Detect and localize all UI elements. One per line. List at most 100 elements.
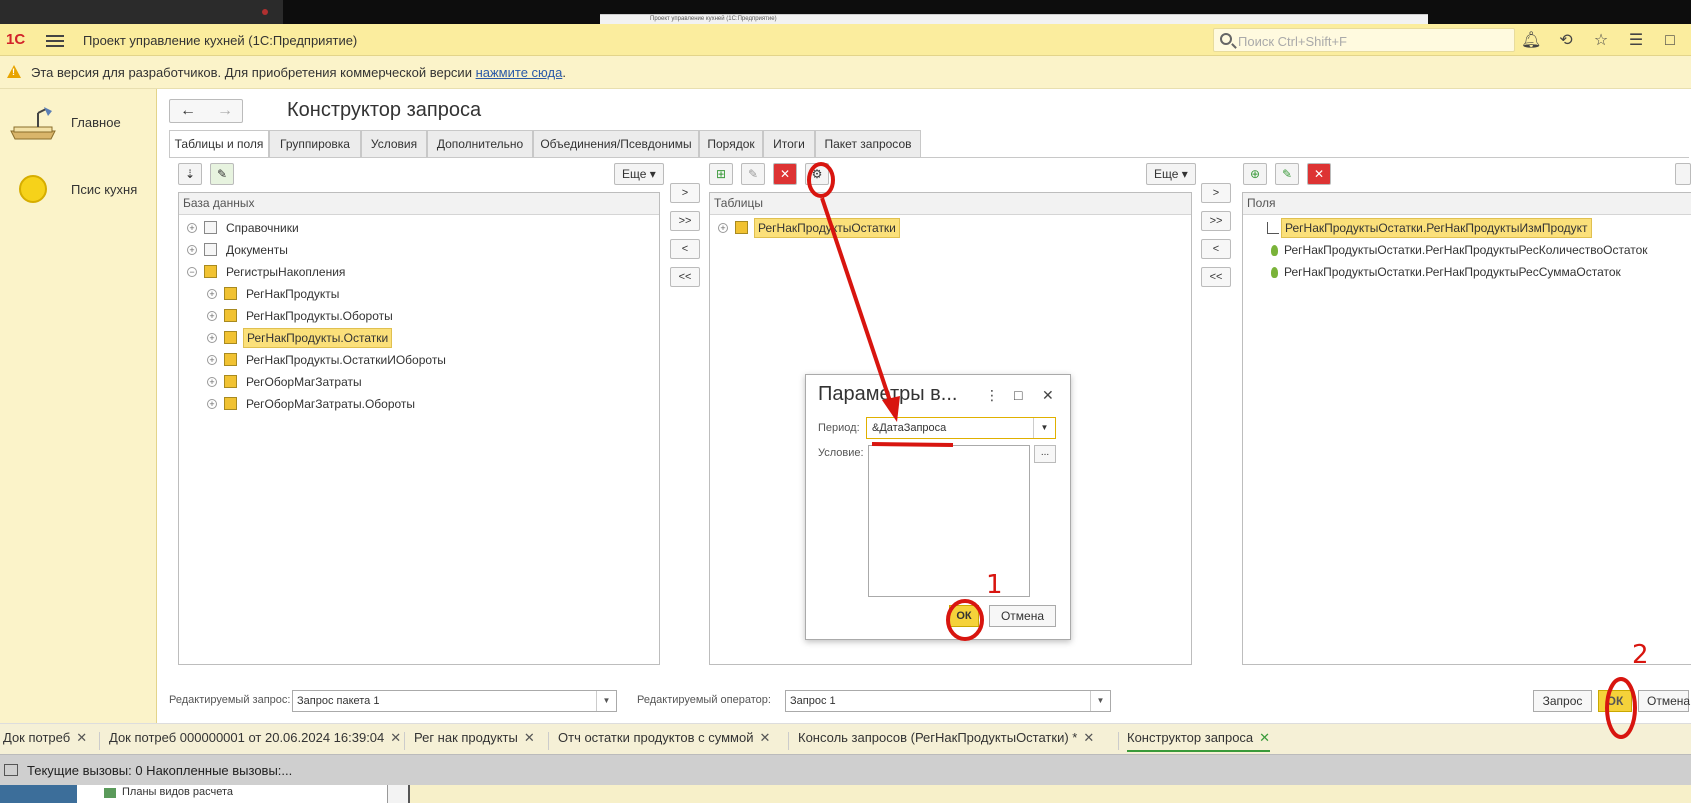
tab-tables-fields[interactable]: Таблицы и поля [169,130,269,158]
tabs-divider [169,157,1689,158]
table-params-icon[interactable]: ⚙ [805,163,829,185]
section-kitchen-label: Псис кухня [71,182,138,197]
tab-conditions[interactable]: Условия [361,130,427,158]
open-tab[interactable]: Отч остатки продуктов с суммой ✕ [558,730,770,752]
global-search-input[interactable]: Поиск Ctrl+Shift+F [1213,28,1515,52]
close-tab-icon[interactable]: ✕ [1083,730,1094,745]
section-kitchen[interactable]: Псис кухня [0,166,157,216]
calc-plan-icon [104,788,116,798]
tables-header: Таблицы [710,193,1191,215]
add-field-icon[interactable]: ⊕ [1243,163,1267,185]
field-move-all-left-button[interactable]: << [1201,267,1231,287]
field-move-left-button[interactable]: < [1201,239,1231,259]
open-tab[interactable]: Док потреб ✕ [3,730,87,752]
buy-link[interactable]: нажмите сюда [476,65,563,80]
tables-more-button[interactable]: Еще ▾ [1146,163,1196,185]
fields-more-button[interactable] [1675,163,1691,185]
forward-arrow-icon[interactable]: → [207,102,243,122]
dropdown-icon[interactable]: ▼ [1033,418,1055,438]
search-icon [1220,33,1232,45]
cancel-button[interactable]: Отмена [1638,690,1690,712]
query-button[interactable]: Запрос [1533,690,1592,712]
register-icon [735,221,748,234]
edited-query-select[interactable]: Запрос пакета 1 ▼ [292,690,617,712]
add-table-icon[interactable]: ⊞ [709,163,733,185]
section-main[interactable]: Главное [0,99,157,149]
close-tab-icon[interactable]: ✕ [390,730,401,745]
close-tab-icon[interactable]: ✕ [76,730,87,745]
dropdown-icon: ▼ [596,691,616,711]
tab-grouping[interactable]: Группировка [269,130,361,158]
more-actions-icon[interactable]: ⋮ [985,387,999,404]
close-icon[interactable]: ✕ [1042,387,1054,404]
background-window: Планы видов расчета [0,785,1691,803]
document-icon [204,243,217,256]
field-move-all-right-button[interactable]: >> [1201,211,1231,231]
constructor-footer: Редактируемый запрос: Запрос пакета 1 ▼ Р… [169,690,1690,714]
sun-icon [19,175,47,203]
edit-icon[interactable]: ✎ [741,163,765,185]
background-image [0,785,77,803]
dialog-cancel-button[interactable]: Отмена [989,605,1056,627]
maximize-icon[interactable]: □ [1014,387,1022,403]
main-menu-icon[interactable] [46,32,64,48]
dialog-ok-button[interactable]: ОК [949,605,979,627]
window-icon[interactable]: □ [1661,32,1679,50]
close-tab-icon[interactable]: ✕ [524,730,535,745]
close-tab-icon[interactable]: ✕ [1259,730,1270,745]
bell-icon[interactable]: 🔔︎ [1521,32,1541,50]
query-wizard-icon[interactable]: ✎ [210,163,234,185]
tab-order[interactable]: Порядок [699,130,763,158]
edit-field-icon[interactable]: ✎ [1275,163,1299,185]
move-all-left-button[interactable]: << [670,267,700,287]
star-icon[interactable]: ☆ [1592,32,1610,50]
tab-separator [99,732,100,750]
edited-operator-label: Редактируемый оператор: [637,694,771,706]
dialog-title: Параметры в... [818,383,958,405]
ok-button[interactable]: ОК [1598,690,1632,712]
tab-unions-aliases[interactable]: Объединения/Псевдонимы [533,130,699,158]
dropdown-icon: ▼ [1090,691,1110,711]
move-all-right-button[interactable]: >> [670,211,700,231]
section-main-label: Главное [71,115,121,130]
delete-field-icon[interactable]: ✕ [1307,163,1331,185]
period-label: Период: [818,422,860,434]
sort-tree-icon[interactable]: ⇣ [178,163,202,185]
close-tab-icon[interactable]: ✕ [759,730,770,745]
tab-query-batch[interactable]: Пакет запросов [815,130,921,158]
record-dot-icon [262,9,268,15]
condition-label: Условие: [818,447,864,459]
tab-totals[interactable]: Итоги [763,130,815,158]
background-right-area [408,785,1691,803]
delete-icon[interactable]: ✕ [773,163,797,185]
resource-icon [1271,245,1278,256]
move-left-button[interactable]: < [670,239,700,259]
menu-lines-icon[interactable]: ☰ [1627,32,1645,50]
field-move-right-button[interactable]: > [1201,183,1231,203]
condition-select-button[interactable]: ... [1034,445,1056,463]
open-tab[interactable]: Консоль запросов (РегНакПродуктыОстатки)… [798,730,1094,752]
move-right-button[interactable]: > [670,183,700,203]
period-value: &ДатаЗапроса [872,422,947,434]
register-icon [224,309,237,322]
condition-textarea[interactable] [868,445,1030,597]
register-icon [224,375,237,388]
status-text: Текущие вызовы: 0 Накопленные вызовы:... [27,763,293,778]
dimension-icon [1267,222,1279,234]
edited-query-label: Редактируемый запрос: [169,694,291,706]
history-icon[interactable]: ⟲ [1557,32,1575,50]
open-tab-active[interactable]: Конструктор запроса ✕ [1127,730,1271,752]
nav-buttons: ← → [169,99,243,123]
page-title: Конструктор запроса [287,99,482,121]
edited-operator-select[interactable]: Запрос 1 ▼ [785,690,1111,712]
open-tab[interactable]: Рег нак продукты ✕ [414,730,535,752]
period-input[interactable]: &ДатаЗапроса ▼ [866,417,1056,439]
back-arrow-icon[interactable]: ← [170,102,206,122]
register-icon [204,265,217,278]
tab-additional[interactable]: Дополнительно [427,130,533,158]
register-icon [224,331,237,344]
tab-separator [404,732,405,750]
database-more-button[interactable]: Еще ▾ [614,163,664,185]
annotation-number-1: 1 [986,570,1003,600]
open-tab[interactable]: Док потреб 000000001 от 20.06.2024 16:39… [109,730,401,752]
